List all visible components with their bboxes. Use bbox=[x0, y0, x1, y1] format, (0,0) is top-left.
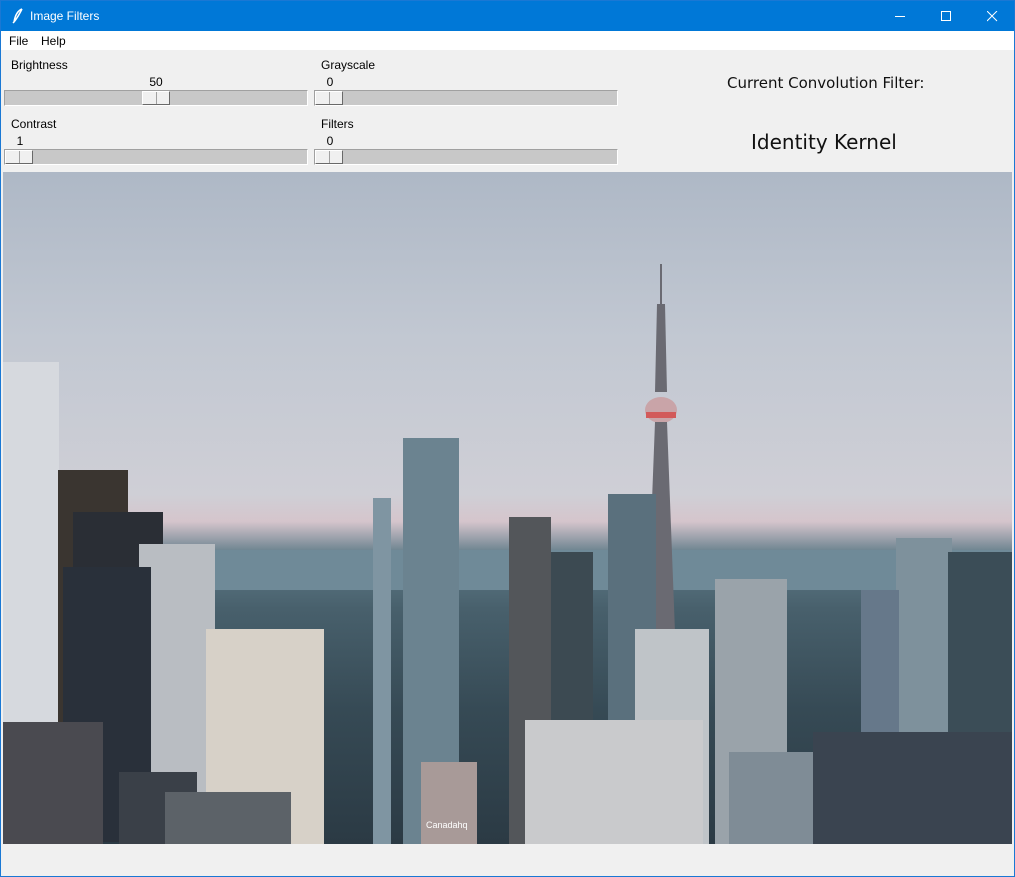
grayscale-slider-thumb[interactable] bbox=[315, 91, 343, 105]
maximize-icon bbox=[941, 11, 951, 21]
maximize-button[interactable] bbox=[923, 1, 969, 31]
contrast-slider[interactable] bbox=[4, 149, 308, 165]
close-button[interactable] bbox=[969, 1, 1015, 31]
city-skyline-image: Canadahq bbox=[3, 264, 1012, 844]
menu-bar: File Help bbox=[1, 31, 1014, 50]
brightness-value: 50 bbox=[149, 75, 163, 89]
convolution-filter-name: Identity Kernel bbox=[751, 130, 897, 154]
contrast-value: 1 bbox=[16, 134, 24, 148]
title-bar[interactable]: Image Filters bbox=[1, 1, 1014, 31]
filters-value: 0 bbox=[326, 134, 334, 148]
close-icon bbox=[987, 11, 998, 22]
grayscale-label: Grayscale bbox=[321, 58, 376, 72]
brightness-slider[interactable] bbox=[4, 90, 308, 106]
filters-slider-thumb[interactable] bbox=[315, 150, 343, 164]
contrast-slider-thumb[interactable] bbox=[5, 150, 33, 164]
grayscale-slider[interactable] bbox=[314, 90, 618, 106]
filters-label: Filters bbox=[321, 117, 354, 131]
brightness-label: Brightness bbox=[11, 58, 68, 72]
grayscale-value: 0 bbox=[326, 75, 334, 89]
menu-file[interactable]: File bbox=[9, 34, 28, 48]
brightness-slider-thumb[interactable] bbox=[142, 91, 170, 105]
minimize-icon bbox=[895, 16, 905, 17]
feather-icon bbox=[11, 8, 25, 24]
minimize-button[interactable] bbox=[877, 1, 923, 31]
window-title: Image Filters bbox=[30, 9, 100, 23]
canadahq-sign: Canadahq bbox=[426, 820, 468, 830]
image-preview: Canadahq bbox=[3, 172, 1012, 844]
app-window: Image Filters File Help Brightness 50 Co… bbox=[0, 0, 1015, 877]
filters-slider[interactable] bbox=[314, 149, 618, 165]
convolution-filter-heading: Current Convolution Filter: bbox=[727, 74, 925, 92]
contrast-label: Contrast bbox=[11, 117, 57, 131]
menu-help[interactable]: Help bbox=[41, 34, 66, 48]
